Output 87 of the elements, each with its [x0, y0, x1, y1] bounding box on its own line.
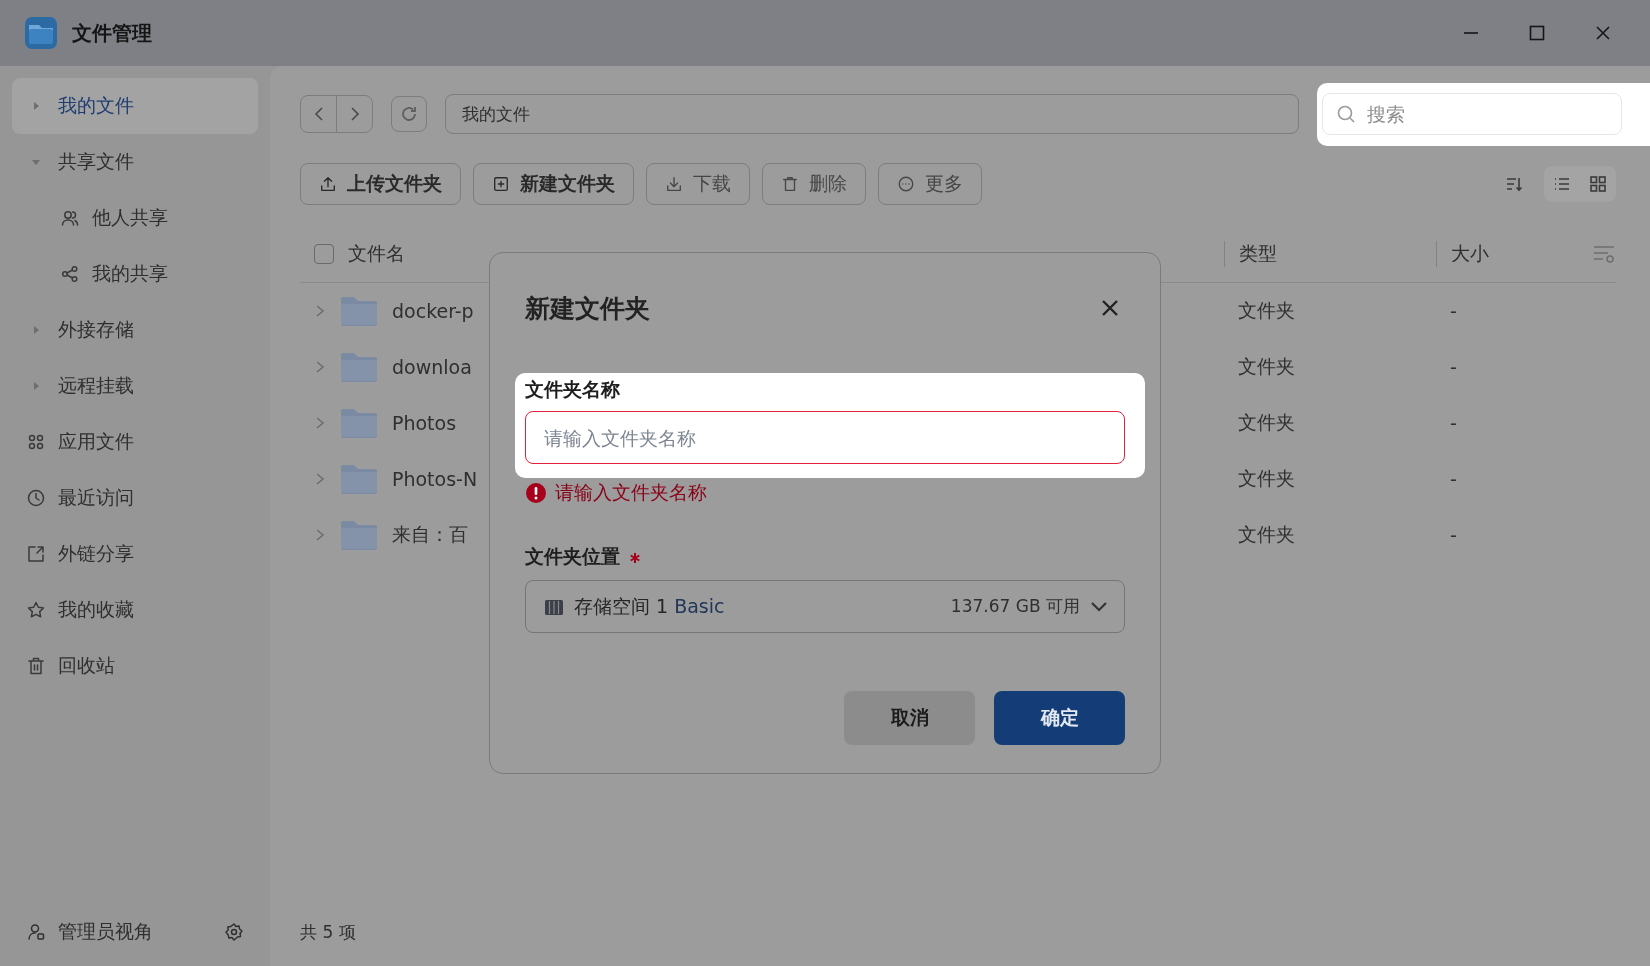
- trash-icon: [781, 175, 799, 193]
- apps-icon: [26, 432, 46, 452]
- file-name[interactable]: Photos: [392, 412, 457, 434]
- back-icon[interactable]: [313, 106, 324, 122]
- settings-icon: [224, 922, 244, 942]
- sidebar-item[interactable]: 我的共享: [12, 246, 258, 302]
- search-icon: [1336, 104, 1356, 124]
- sidebar-item[interactable]: 远程挂载: [12, 358, 258, 414]
- folder-icon: [340, 519, 378, 551]
- external-share-icon: [26, 544, 46, 564]
- expand-icon[interactable]: [314, 416, 326, 430]
- search-field[interactable]: 搜索: [1322, 93, 1622, 135]
- table-cell-text: 文件夹: [1237, 298, 1296, 323]
- table-cell-text: -: [1449, 356, 1458, 378]
- file-name[interactable]: 来自：百: [392, 522, 468, 548]
- sidebar-item[interactable]: 外接存储: [12, 302, 258, 358]
- column-header[interactable]: 类型: [1239, 242, 1277, 264]
- table-cell-text: 文件夹: [1237, 410, 1296, 435]
- folder-icon: [340, 295, 378, 327]
- add-folder-icon: [492, 175, 510, 193]
- sidebar-item[interactable]: 最近访问: [12, 470, 258, 526]
- error-message: 请输入文件夹名称: [555, 480, 707, 505]
- caret-icon[interactable]: [31, 381, 41, 391]
- clock-icon: [26, 488, 46, 508]
- expand-icon[interactable]: [314, 360, 326, 374]
- location-value: 存储空间 1 Basic: [574, 593, 725, 619]
- toolbar-button[interactable]: 新建文件夹: [473, 163, 634, 205]
- table-cell-text: -: [1449, 300, 1458, 322]
- table-cell-text: 文件夹: [1237, 354, 1296, 379]
- folder-icon: [340, 463, 378, 495]
- table-cell-text: -: [1449, 468, 1458, 490]
- location-dropdown[interactable]: 存储空间 1 Basic 137.67 GB 可用: [525, 580, 1125, 633]
- sidebar-item[interactable]: 我的文件: [12, 78, 258, 134]
- refresh-icon[interactable]: [399, 104, 419, 124]
- sidebar-item[interactable]: 应用文件: [12, 414, 258, 470]
- path-field[interactable]: 我的文件: [445, 94, 1299, 134]
- share-icon: [60, 264, 80, 284]
- grid-view-icon[interactable]: [1588, 174, 1608, 194]
- upload-icon: [319, 175, 337, 193]
- free-space: 137.67 GB 可用: [950, 595, 1080, 618]
- table-cell-text: 文件夹: [1237, 466, 1296, 491]
- sidebar-item[interactable]: 回收站: [12, 638, 258, 694]
- window-title: 文件管理: [72, 19, 153, 47]
- folder-icon: [340, 351, 378, 383]
- confirm-button[interactable]: 确定: [994, 691, 1125, 745]
- sidebar-item[interactable]: 他人共享: [12, 190, 258, 246]
- field-label: 文件夹名称: [525, 377, 621, 402]
- column-header[interactable]: 文件名: [348, 241, 405, 267]
- trash-icon: [26, 656, 46, 676]
- file-name[interactable]: Photos-N: [392, 468, 478, 490]
- download-icon: [665, 175, 683, 193]
- field-label: 文件夹位置: [525, 544, 620, 569]
- file-name[interactable]: downloa: [392, 356, 472, 378]
- app-logo-icon: [24, 16, 58, 50]
- file-name[interactable]: docker-p: [392, 300, 474, 322]
- toolbar-button[interactable]: 上传文件夹: [300, 163, 461, 205]
- caret-icon[interactable]: [31, 101, 41, 111]
- table-cell-text: -: [1449, 524, 1458, 546]
- expand-icon[interactable]: [314, 472, 326, 486]
- select-all-checkbox[interactable]: [314, 244, 334, 264]
- folder-name-field[interactable]: 请输入文件夹名称: [525, 411, 1125, 464]
- expand-icon[interactable]: [314, 528, 326, 542]
- folder-icon: [340, 407, 378, 439]
- maximize-icon[interactable]: [1529, 25, 1545, 41]
- caret-icon[interactable]: [31, 325, 41, 335]
- star-icon: [26, 600, 46, 620]
- forward-icon[interactable]: [349, 106, 360, 122]
- dialog-title: 新建文件夹: [525, 292, 650, 325]
- admin-view-label[interactable]: 管理员视角: [58, 919, 212, 945]
- sidebar-item[interactable]: 外链分享: [12, 526, 258, 582]
- sidebar-item[interactable]: 我的收藏: [12, 582, 258, 638]
- admin-icon: [26, 922, 46, 942]
- close-icon[interactable]: [1101, 299, 1119, 317]
- sidebar-item[interactable]: 共享文件: [12, 134, 258, 190]
- column-header[interactable]: 大小: [1451, 241, 1489, 267]
- close-icon[interactable]: [1595, 25, 1611, 41]
- cancel-button[interactable]: 取消: [844, 691, 975, 745]
- more-icon: [897, 175, 915, 193]
- error-icon: [525, 482, 547, 504]
- table-cell-text: 文件夹: [1237, 522, 1296, 547]
- people-icon: [60, 208, 80, 228]
- column-settings-icon[interactable]: [1592, 243, 1616, 265]
- table-cell-text: -: [1449, 412, 1458, 434]
- caret-icon[interactable]: [31, 157, 41, 167]
- item-count: 共 5 项: [300, 920, 356, 944]
- chevron-icon: [1090, 600, 1108, 613]
- expand-icon[interactable]: [314, 304, 326, 318]
